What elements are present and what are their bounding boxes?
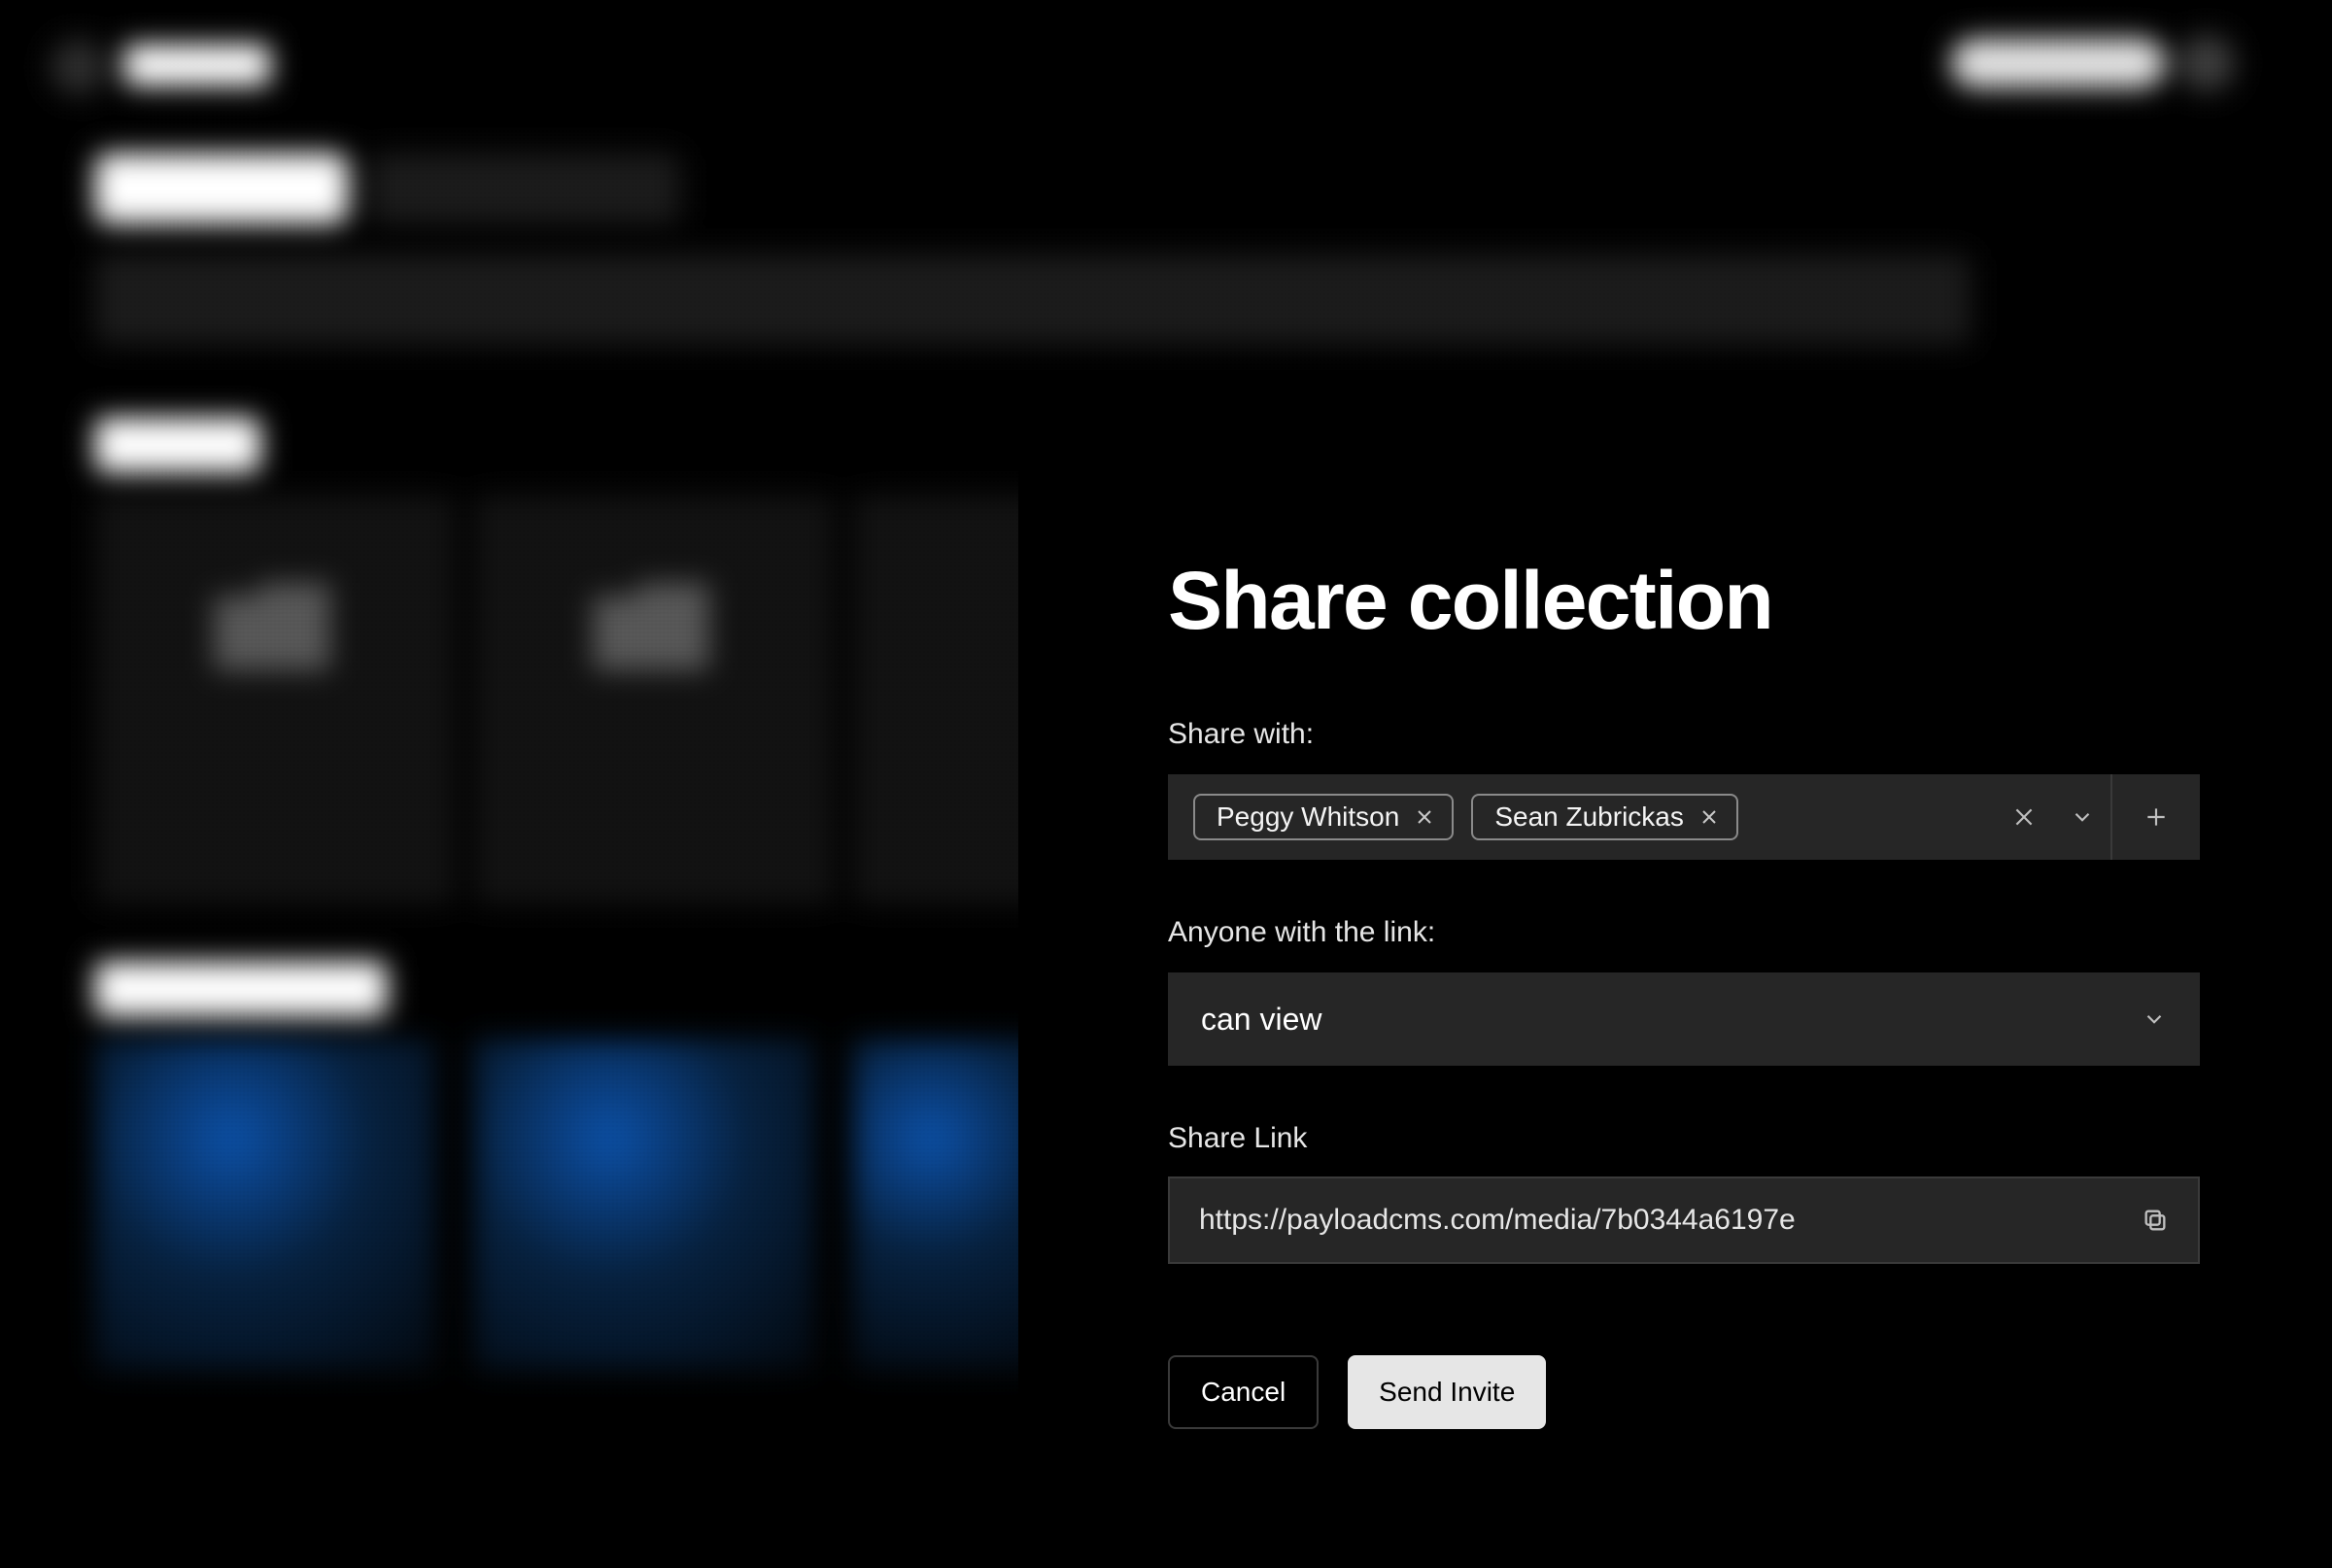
- link-permission-select[interactable]: can view: [1168, 972, 2200, 1066]
- link-permission-label: Anyone with the link:: [1168, 916, 2332, 949]
- copy-icon[interactable]: [2142, 1207, 2169, 1234]
- share-link-field[interactable]: https://payloadcms.com/media/7b0344a6197…: [1168, 1176, 2200, 1264]
- plus-icon: [2143, 804, 2169, 830]
- link-permission-value: can view: [1201, 1002, 1322, 1038]
- remove-chip-icon[interactable]: [1415, 807, 1434, 827]
- add-person-button[interactable]: [2110, 774, 2200, 860]
- share-link-label: Share Link: [1168, 1122, 2332, 1155]
- send-invite-button[interactable]: Send Invite: [1348, 1355, 1546, 1429]
- share-link-value: https://payloadcms.com/media/7b0344a6197…: [1199, 1204, 1796, 1237]
- share-with-label: Share with:: [1168, 718, 2332, 751]
- close-icon: [2011, 804, 2037, 830]
- share-chip[interactable]: Sean Zubrickas: [1471, 794, 1738, 840]
- modal-title: Share collection: [1168, 554, 2332, 648]
- share-with-dropdown[interactable]: [2054, 774, 2110, 860]
- share-chip-name: Peggy Whitson: [1217, 801, 1399, 833]
- remove-chip-icon[interactable]: [1699, 807, 1719, 827]
- cancel-button[interactable]: Cancel: [1168, 1355, 1319, 1429]
- modal-actions: Cancel Send Invite: [1168, 1355, 2332, 1429]
- clear-chips-button[interactable]: [1994, 774, 2054, 860]
- share-chip-name: Sean Zubrickas: [1494, 801, 1684, 833]
- chevron-down-icon: [2142, 1006, 2167, 1032]
- chevron-down-icon: [2070, 804, 2095, 830]
- share-chip[interactable]: Peggy Whitson: [1193, 794, 1454, 840]
- share-collection-modal: Share collection Share with: Peggy Whits…: [1018, 427, 2332, 1568]
- share-with-input[interactable]: Peggy Whitson Sean Zubrickas: [1168, 774, 2200, 860]
